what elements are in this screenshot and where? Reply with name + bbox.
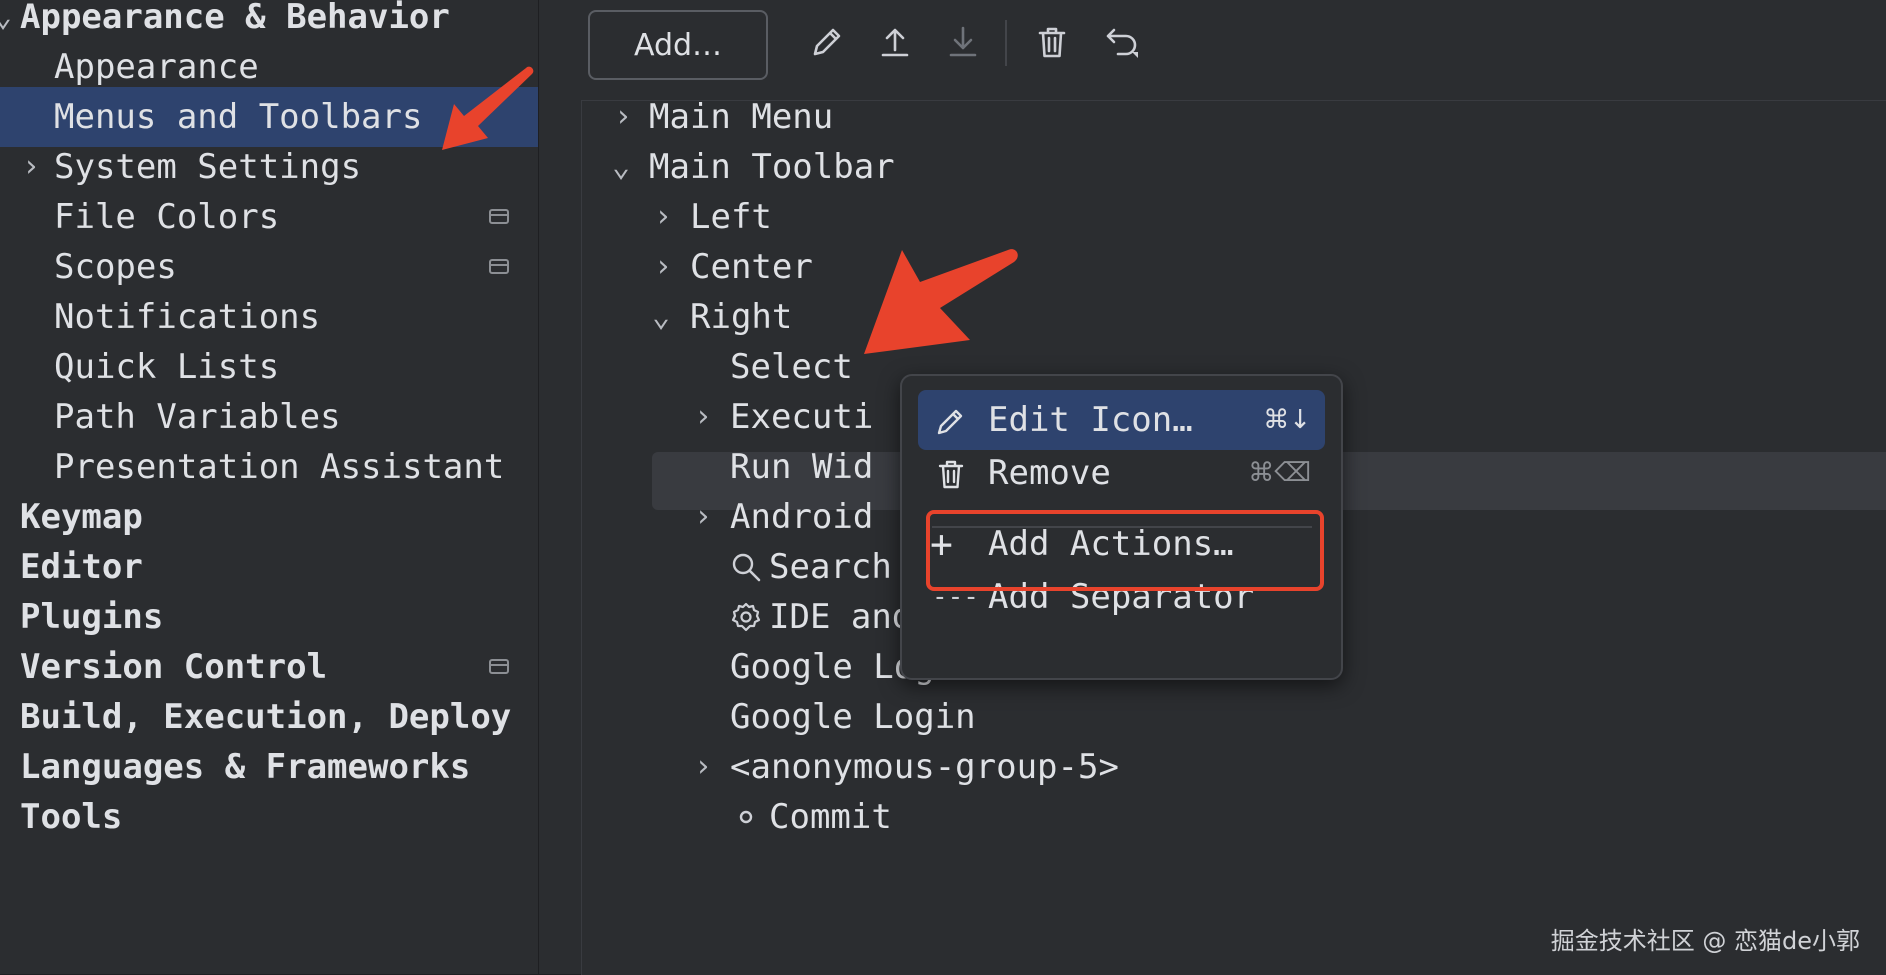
watermark: 掘金技术社区 @ 恋猫de小郭: [1550, 927, 1860, 955]
sidebar-item-tools[interactable]: Tools: [0, 787, 538, 847]
commit-icon: [739, 810, 753, 824]
annotation-arrow-icon: [442, 66, 534, 150]
toolbar-separator: [1005, 20, 1007, 66]
shortcut-label: ⌘↓: [1263, 405, 1311, 435]
search-icon: [732, 553, 761, 582]
project-level-icon: [489, 259, 509, 274]
restore-icon[interactable]: [1102, 22, 1142, 62]
project-level-icon: [489, 209, 509, 224]
tree-row-commit[interactable]: Commit: [582, 787, 1582, 847]
tree-toolbar: Add…: [539, 0, 1886, 95]
project-level-icon: [489, 659, 509, 674]
edit-icon[interactable]: [807, 22, 847, 62]
menu-item-remove[interactable]: Remove ⌘⌫: [918, 443, 1325, 503]
delete-icon[interactable]: [1032, 22, 1072, 62]
shortcut-label: ⌘⌫: [1248, 458, 1311, 488]
add-button[interactable]: Add…: [588, 10, 768, 80]
annotation-arrow-icon: [864, 249, 1018, 354]
menu-item-edit-icon[interactable]: Edit Icon… ⌘↓: [918, 390, 1325, 450]
move-down-icon[interactable]: [943, 22, 983, 62]
pencil-icon: [937, 409, 963, 435]
gear-icon: [731, 602, 761, 632]
highlight-box: [926, 510, 1324, 591]
trash-icon: [938, 460, 964, 489]
move-up-icon[interactable]: [875, 22, 915, 62]
